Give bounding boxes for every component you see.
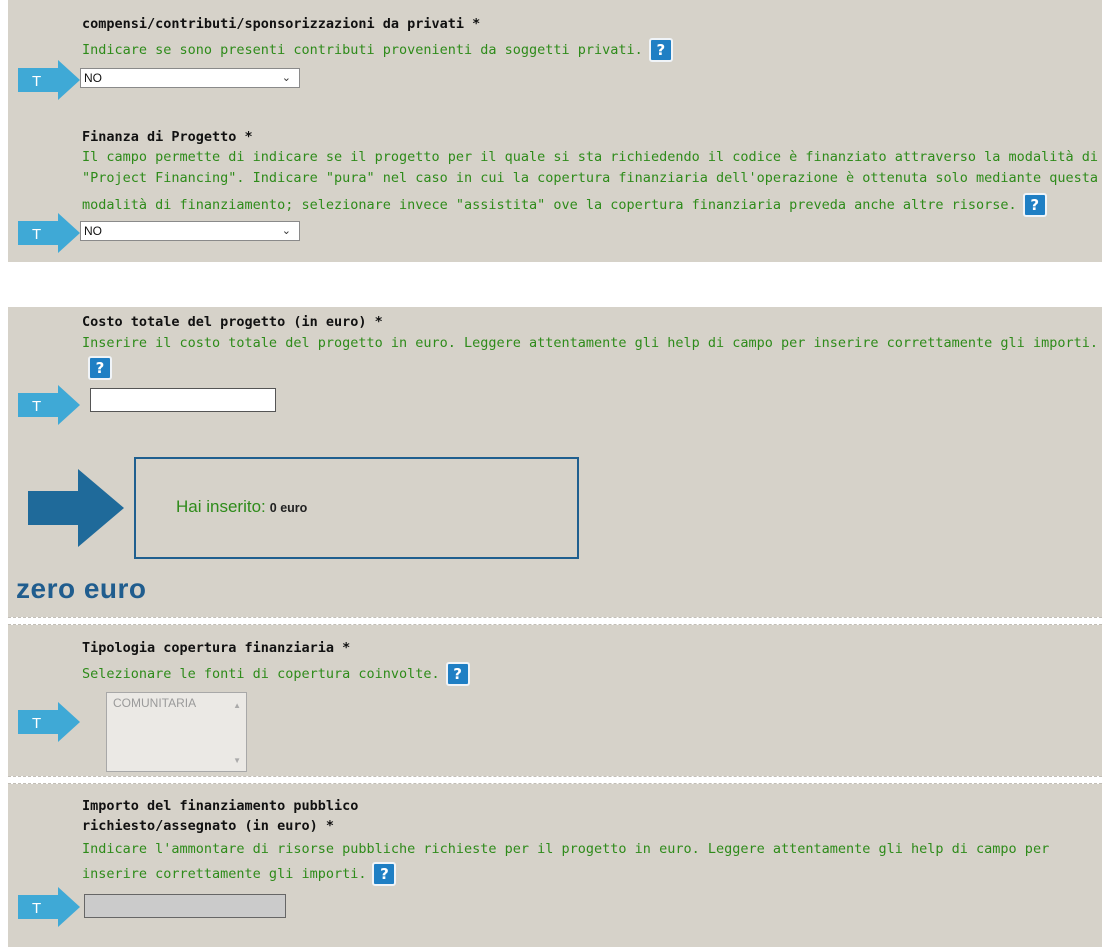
privati-select-value: NO [84,71,102,85]
privati-label: compensi/contributi/sponsorizzazioni da … [82,16,481,32]
listbox-scrollbar[interactable]: ▲ ▼ [226,693,246,771]
tipologia-help-text: Selezionare le fonti di copertura coinvo… [82,666,440,682]
help-icon[interactable]: ? [445,662,470,686]
t-arrow-icon: T [18,60,80,100]
importo-input[interactable] [84,894,286,918]
help-icon[interactable]: ? [1022,193,1047,217]
t-arrow-icon: T [18,887,80,927]
finanza-help-line-1: Il campo permette di indicare se il prog… [82,149,1098,165]
privati-help: Indicare se sono presenti contributi pro… [82,38,673,62]
info-text: Hai inserito: 0 euro [176,497,307,517]
tipologia-label: Tipologia copertura finanziaria * [82,640,351,656]
t-glyph: T [32,715,41,732]
help-icon[interactable]: ? [88,356,112,380]
t-arrow-icon: T [18,213,80,253]
finanza-help-line-3: modalità di finanziamento; selezionare i… [82,193,1047,217]
costo-input[interactable] [90,388,276,412]
help-icon[interactable]: ? [372,862,397,886]
help-icon[interactable]: ? [648,38,673,62]
importo-help-line-2: inserire correttamente gli importi.? [82,862,397,886]
scroll-up-icon[interactable]: ▲ [233,701,241,710]
section-divider [8,776,1102,784]
chevron-down-icon: ⌄ [281,225,291,237]
finanza-label: Finanza di Progetto * [82,129,253,145]
importo-label-line-1: Importo del finanziamento pubblico [82,798,359,814]
importo-help-line-1: Indicare l'ammontare di risorse pubblich… [82,841,1050,857]
finanza-help-line-3-text: modalità di finanziamento; selezionare i… [82,197,1017,213]
t-arrow-icon: T [18,702,80,742]
finanza-select[interactable]: NO ⌄ [80,221,300,241]
zero-euro-caption: zero euro [16,573,147,604]
tipologia-listbox[interactable]: COMUNITARIA ▲ ▼ [106,692,247,772]
finanza-select-value: NO [84,224,102,238]
scroll-down-icon[interactable]: ▼ [233,756,241,765]
chevron-down-icon: ⌄ [281,72,291,84]
pointer-arrow-icon [28,469,124,547]
privati-select[interactable]: NO ⌄ [80,68,300,88]
finanza-help-line-2: "Project Financing". Indicare "pura" nel… [82,170,1098,186]
t-glyph: T [32,73,41,90]
info-label: Hai inserito: [176,497,266,516]
costo-label: Costo totale del progetto (in euro) * [82,314,383,330]
importo-help-line-2-text: inserire correttamente gli importi. [82,866,367,882]
listbox-option[interactable]: COMUNITARIA [113,696,196,710]
info-value: 0 euro [269,501,308,515]
privati-help-text: Indicare se sono presenti contributi pro… [82,42,643,58]
t-arrow-icon: T [18,385,80,425]
importo-label-line-2: richiesto/assegnato (in euro) * [82,818,334,834]
t-glyph: T [32,900,41,917]
costo-help: Inserire il costo totale del progetto in… [82,335,1098,351]
section-divider [8,617,1102,625]
info-box: Hai inserito: 0 euro [134,457,579,559]
t-glyph: T [32,226,41,243]
t-glyph: T [32,398,41,415]
tipologia-help: Selezionare le fonti di copertura coinvo… [82,662,470,686]
